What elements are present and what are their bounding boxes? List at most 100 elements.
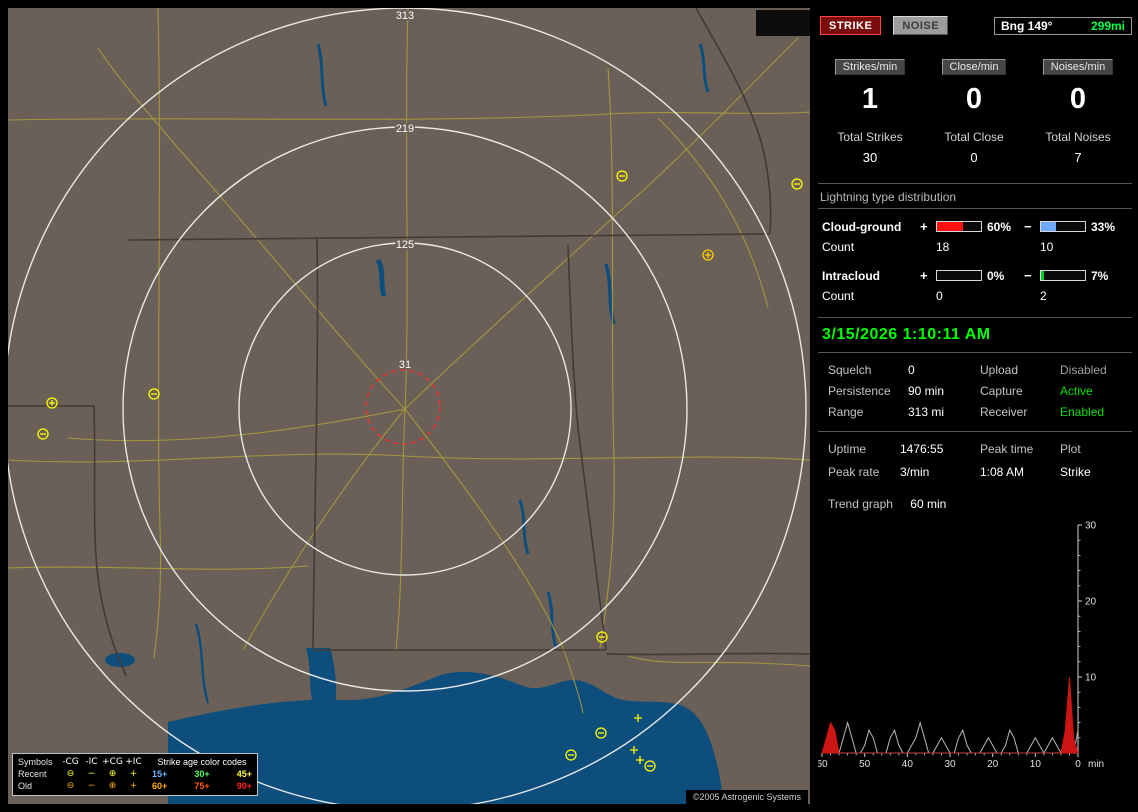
age-code: 30+ (194, 769, 210, 779)
map-canvas: 313 219 125 31 (8, 8, 810, 804)
svg-text:10: 10 (1085, 673, 1097, 684)
cg-plus-pct: 60% (987, 219, 1012, 234)
intracloud-count-row: Count 0 2 (818, 289, 1132, 303)
side-panel: STRIKE NOISE Bng 149° 299mi Strikes/min … (818, 8, 1132, 804)
capture-label: Capture (980, 384, 1023, 398)
intracloud-row: Intracloud + 0% − 7% (818, 268, 1132, 283)
datetime-display: 3/15/2026 1:10:11 AM (818, 317, 1132, 353)
plus-sign: + (920, 268, 928, 283)
circle-plus-icon: ⊕ (108, 769, 117, 779)
cloud-ground-count-row: Count 18 10 (818, 240, 1132, 254)
ic-plus-count: 0 (936, 289, 943, 303)
legend-old-label: Old (18, 781, 33, 791)
uptime-label: Uptime (828, 442, 867, 456)
svg-text:min: min (1088, 759, 1104, 770)
plus-sign: + (920, 219, 928, 234)
mode-row: STRIKE NOISE Bng 149° 299mi (820, 16, 1132, 35)
ic-plus-bar (936, 270, 982, 281)
cg-minus-bar (1040, 221, 1086, 232)
cg-plus-count: 18 (936, 240, 950, 254)
bearing-readout: Bng 149° 299mi (994, 16, 1132, 35)
total-noises-label: Total Noises (1045, 130, 1111, 144)
capture-status: Active (1060, 384, 1093, 398)
rate-columns: Strikes/min 1 Total Strikes 30 Close/min… (818, 59, 1132, 165)
range-value: 313 mi (908, 405, 945, 419)
total-close-value: 0 (970, 150, 978, 165)
svg-text:50: 50 (859, 759, 871, 770)
ring-label-313: 313 (396, 10, 414, 22)
legend-col-cg-neg: -CG (62, 757, 79, 767)
cloud-ground-label: Cloud-ground (822, 219, 902, 234)
svg-text:30: 30 (944, 759, 956, 770)
cg-plus-bar (936, 221, 982, 232)
svg-text:10: 10 (1030, 759, 1042, 770)
age-code: 45+ (236, 769, 252, 779)
age-code: 90+ (236, 781, 252, 791)
ic-minus-bar (1040, 270, 1086, 281)
noises-per-min-value: 0 (1069, 83, 1087, 115)
squelch-value: 0 (908, 363, 915, 377)
ic-plus-pct: 0% (987, 268, 1005, 283)
ring-label-219: 219 (396, 123, 414, 135)
circle-minus-icon: ⊖ (66, 769, 75, 779)
close-per-min-value: 0 (965, 83, 983, 115)
cg-minus-count: 10 (1040, 240, 1054, 254)
total-noises-value: 7 (1074, 150, 1082, 165)
legend-col-ic-pos: +IC (125, 757, 142, 767)
ring-label-125: 125 (396, 239, 414, 251)
ic-minus-pct: 7% (1091, 268, 1109, 283)
bearing-value: Bng 149° (1001, 18, 1053, 33)
stats-grid: Uptime 1476:55 Peak time Plot Peak rate … (818, 431, 1132, 489)
receiver-status: Enabled (1060, 405, 1105, 419)
range-label: Range (828, 405, 864, 419)
legend-symbols-header: Symbols (18, 757, 53, 767)
circle-minus-icon: ⊖ (66, 781, 75, 791)
trend-graph-label-row: Trend graph 60 min (818, 489, 1132, 511)
plot-label: Plot (1060, 442, 1081, 456)
persistence-label: Persistence (828, 384, 891, 398)
copyright-text: ©2005 Astrogenic Systems (685, 790, 808, 804)
uptime-value: 1476:55 (900, 442, 944, 456)
distribution-section: Lightning type distribution Cloud-ground… (818, 183, 1132, 303)
age-code: 60+ (152, 781, 168, 791)
svg-text:20: 20 (987, 759, 999, 770)
ic-minus-count: 2 (1040, 289, 1047, 303)
cg-minus-pct: 33% (1091, 219, 1116, 234)
total-strikes-value: 30 (862, 150, 878, 165)
rate-column-noises: Noises/min 0 Total Noises 7 (1026, 59, 1130, 165)
plus-icon: + (129, 781, 138, 791)
peak-time-label: Peak time (980, 442, 1034, 456)
noise-button[interactable]: NOISE (893, 16, 949, 35)
trend-graph-window: 60 min (910, 497, 947, 511)
peak-rate-label: Peak rate (828, 465, 880, 479)
legend-col-cg-pos: +CG (102, 757, 123, 767)
strike-button[interactable]: STRIKE (820, 16, 882, 35)
distribution-title: Lightning type distribution (818, 184, 1132, 209)
close-per-min-chip: Close/min (941, 59, 1007, 75)
strikes-per-min-value: 1 (861, 83, 879, 115)
minus-icon: − (87, 769, 96, 779)
minus-icon: − (87, 781, 96, 791)
legend-recent-label: Recent (18, 769, 47, 779)
age-code: 15+ (152, 769, 168, 779)
peak-rate-value: 3/min (900, 465, 930, 479)
upload-label: Upload (980, 363, 1019, 377)
minus-sign: − (1024, 268, 1032, 283)
circle-plus-icon: ⊕ (108, 781, 117, 791)
svg-text:60: 60 (818, 759, 828, 770)
trend-graph: 10 20 30 60 50 40 30 20 10 0 min (818, 521, 1104, 771)
svg-text:40: 40 (902, 759, 914, 770)
cloud-ground-row: Cloud-ground + 60% − 33% (818, 219, 1132, 234)
intracloud-label: Intracloud (822, 268, 881, 283)
map-dark-region (756, 10, 810, 36)
receiver-label: Receiver (980, 405, 1028, 419)
peak-time-value: 1:08 AM (980, 465, 1025, 479)
map-legend: Symbols -CG -IC +CG +IC Strike age color… (12, 753, 258, 796)
rate-column-strikes: Strikes/min 1 Total Strikes 30 (818, 59, 922, 165)
upload-status: Disabled (1060, 363, 1107, 377)
persistence-value: 90 min (908, 384, 945, 398)
legend-age-title: Strike age color codes (157, 757, 247, 767)
svg-text:0: 0 (1075, 759, 1081, 770)
bearing-distance: 299mi (1090, 18, 1125, 33)
settings-grid: Squelch 0 Upload Disabled Persistence 90… (818, 353, 1132, 431)
